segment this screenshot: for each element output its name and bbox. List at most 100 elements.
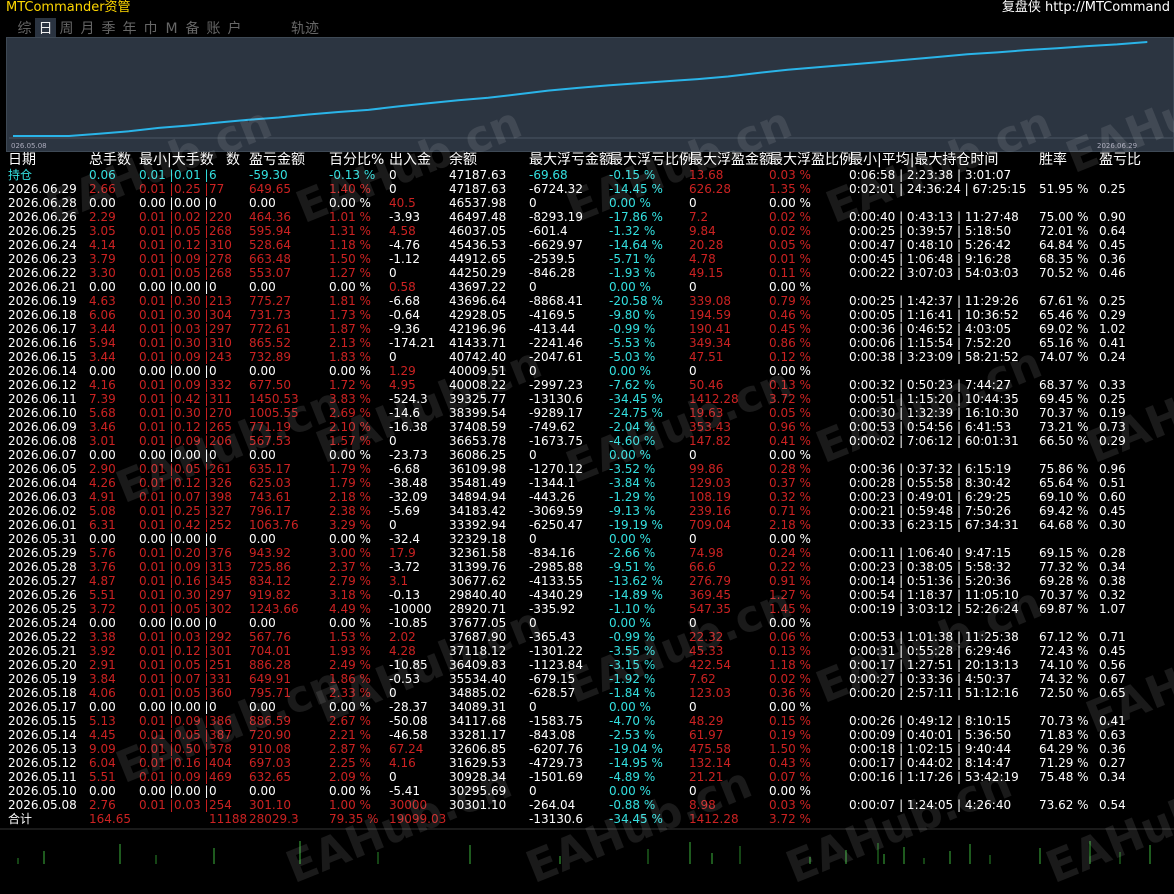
table-row[interactable]: 2026.05.29 5.76 0.01 | 0.20 | 376 943.92 3.00 … [0,546,1174,560]
table-row[interactable]: 2026.06.22 3.30 0.01 | 0.05 | 268 553.07 1.27 … [0,266,1174,280]
table-row[interactable]: 2026.05.19 3.84 0.01 | 0.07 | 331 649.91 1.86 … [0,672,1174,686]
table-row[interactable]: 2026.05.26 5.51 0.01 | 0.30 | 297 919.82 3.18 … [0,588,1174,602]
cell-max-float-loss: 0 [529,616,537,630]
cell-io: -32.4 [389,532,421,546]
cell-max-lot: 0.12 | [174,420,209,434]
cell-max-float-loss: -1583.75 [529,714,583,728]
table-row[interactable]: 2026.06.01 6.31 0.01 | 0.42 | 252 1063.76 3.29… [0,518,1174,532]
tab-3[interactable]: 月 [77,18,98,38]
table-row[interactable]: 2026.05.20 2.91 0.01 | 0.05 | 251 886.28 2.49 … [0,658,1174,672]
cell-min-lot: 0.01 | [139,168,174,182]
cell-hold-time: 0:00:21 | 0:59:48 | 7:50:26 [849,504,1012,518]
table-row[interactable]: 2026.06.19 4.63 0.01 | 0.30 | 213 775.27 1.81 … [0,294,1174,308]
table-row[interactable]: 2026.05.27 4.87 0.01 | 0.16 | 345 834.12 2.79 … [0,574,1174,588]
table-row[interactable]: 2026.06.05 2.90 0.01 | 0.05 | 261 635.17 1.79 … [0,462,1174,476]
table-row[interactable]: 2026.05.31 0.00 0.00 | 0.00 | 0 0.00 0.00 % -32… [0,532,1174,546]
cell-pl-ratio: 0.30 [1099,518,1126,532]
table-row[interactable]: 2026.06.23 3.79 0.01 | 0.09 | 278 663.48 1.50 … [0,252,1174,266]
cell-lots: 327 [209,504,232,518]
table-row[interactable]: 2026.06.24 4.14 0.01 | 0.12 | 310 528.64 1.18 … [0,238,1174,252]
cell-pct: 1.93 % [329,644,371,658]
cell-winrate: 67.61 % [1039,294,1089,308]
cell-balance: 39325.77 [449,392,507,406]
tab-10[interactable]: 户 [224,18,245,38]
table-row[interactable]: 2026.06.18 6.06 0.01 | 0.30 | 304 731.73 1.73 … [0,308,1174,322]
table-row[interactable]: 2026.05.24 0.00 0.00 | 0.00 | 0 0.00 0.00 % -10… [0,616,1174,630]
cell-io: 0 [389,686,397,700]
cell-max-float-profit-pct: 1.18 % [769,658,811,672]
cell-lots: 0 [209,700,217,714]
equity-point [667,80,669,82]
table-row[interactable]: 2026.06.25 3.05 0.01 | 0.05 | 268 595.94 1.31 … [0,224,1174,238]
table-row[interactable]: 2026.05.11 5.51 0.01 | 0.09 | 469 632.65 2.09 … [0,770,1174,784]
cell-date: 2026.06.02 [8,504,77,518]
table-row[interactable]: 2026.06.11 7.39 0.01 | 0.42 | 311 1450.53 3.83… [0,392,1174,406]
table-row[interactable]: 2026.06.15 3.44 0.01 | 0.09 | 243 732.89 1.83 … [0,350,1174,364]
tab-0[interactable]: 综 [14,18,35,38]
table-row[interactable]: 2026.05.22 3.38 0.01 | 0.03 | 292 567.76 1.53 … [0,630,1174,644]
tab-2[interactable]: 周 [56,18,77,38]
tab-8[interactable]: 备 [182,18,203,38]
table-row[interactable]: 2026.06.17 3.44 0.01 | 0.03 | 297 772.61 1.87 … [0,322,1174,336]
table-row[interactable]: 2026.06.08 3.01 0.01 | 0.09 | 206 567.53 1.57 … [0,434,1174,448]
table-row[interactable]: 2026.05.13 9.09 0.01 | 0.50 | 378 910.08 2.87 … [0,742,1174,756]
table-row[interactable]: 2026.06.21 0.00 0.00 | 0.00 | 0 0.00 0.00 % 0.5… [0,280,1174,294]
table-row[interactable]: 2026.06.03 4.91 0.01 | 0.07 | 398 743.61 2.18 … [0,490,1174,504]
table-row[interactable]: 2026.05.25 3.72 0.01 | 0.05 | 302 1243.66 4.49… [0,602,1174,616]
cell-balance: 30677.62 [449,574,507,588]
cell-lots: 304 [209,308,232,322]
table-row[interactable]: 2026.05.17 0.00 0.00 | 0.00 | 0 0.00 0.00 % -28… [0,700,1174,714]
table-row[interactable]: 2026.05.18 4.06 0.01 | 0.05 | 360 795.71 2.33 … [0,686,1174,700]
cell-balance: 37408.59 [449,420,507,434]
cell-min-lot: 0.00 | [139,784,174,798]
tab-7[interactable]: M [161,21,182,37]
cell-max-lot: 0.00 | [174,700,209,714]
header-max-float-loss: 最大浮亏金额 [529,152,613,168]
table-row[interactable]: 2026.06.10 5.68 0.01 | 0.30 | 270 1005.55 2.69… [0,406,1174,420]
tab-4[interactable]: 季 [98,18,119,38]
table-row[interactable]: 2026.05.14 4.45 0.01 | 0.05 | 387 720.90 2.21 … [0,728,1174,742]
cell-io: 67.24 [389,742,424,756]
cell-hold-time: 0:00:38 | 3:23:09 | 58:21:52 [849,350,1019,364]
cell-trades: 5.08 [89,504,116,518]
cell-hold-time: 0:00:28 | 0:55:58 | 8:30:42 [849,476,1012,490]
table-row[interactable]: 2026.06.28 0.00 0.00 | 0.00 | 0 0.00 0.00 % 40.… [0,196,1174,210]
table-row[interactable]: 2026.06.14 0.00 0.00 | 0.00 | 0 0.00 0.00 % 1.2… [0,364,1174,378]
table-row[interactable]: 2026.06.16 5.94 0.01 | 0.30 | 310 865.52 2.13 … [0,336,1174,350]
tab-1[interactable]: 日 [35,18,56,38]
table-row[interactable]: 2026.05.15 5.13 0.01 | 0.09 | 386 886.59 2.67 … [0,714,1174,728]
cell-max-float-loss: -2985.88 [529,560,583,574]
equity-point [966,53,968,55]
cell-lots: 0 [209,448,217,462]
tab-9[interactable]: 账 [203,18,224,38]
cell-max-float-loss: -1673.75 [529,434,583,448]
cell-io: 4.28 [389,644,416,658]
cell-hold-time: 0:00:25 | 1:42:37 | 11:29:26 [849,294,1019,308]
cell-min-lot: 0.01 | [139,266,174,280]
cell-balance: 35481.49 [449,476,507,490]
table-row[interactable]: 2026.06.04 4.26 0.01 | 0.12 | 326 625.03 1.79 … [0,476,1174,490]
open-position-row[interactable]: 持仓 0.06 0.01 | 0.01 | 6 -59.30 -0.13 % 0 47187.6… [0,168,1174,182]
cell-max-float-loss-pct: -14.64 % [609,238,663,252]
cell-date: 2026.06.01 [8,518,77,532]
table-row[interactable]: 2026.05.12 6.04 0.01 | 0.16 | 404 697.03 2.25 … [0,756,1174,770]
table-row[interactable]: 2026.06.26 2.29 0.01 | 0.02 | 220 464.36 1.01 … [0,210,1174,224]
cell-lots: 220 [209,210,232,224]
table-row[interactable]: 2026.05.21 3.92 0.01 | 0.12 | 301 704.01 1.93 … [0,644,1174,658]
cell-max-lot: 0.03 | [174,630,209,644]
tab-6[interactable]: 巾 [140,18,161,38]
cell-pct: 2.87 % [329,742,371,756]
table-row[interactable]: 2026.05.08 2.76 0.01 | 0.03 | 254 301.10 1.00 … [0,798,1174,812]
tab-5[interactable]: 年 [119,18,140,38]
tab-11[interactable]: 轨迹 [285,18,325,38]
table-row[interactable]: 2026.05.10 0.00 0.00 | 0.00 | 0 0.00 0.00 % -5.… [0,784,1174,798]
cell-balance: 42928.05 [449,308,507,322]
table-row[interactable]: 2026.06.02 5.08 0.01 | 0.25 | 327 796.17 2.38 … [0,504,1174,518]
table-row[interactable]: 2026.06.12 4.16 0.01 | 0.09 | 332 677.50 1.72 … [0,378,1174,392]
table-row[interactable]: 2026.06.07 0.00 0.00 | 0.00 | 0 0.00 0.00 % -23… [0,448,1174,462]
table-row[interactable]: 2026.05.28 3.76 0.01 | 0.09 | 313 725.86 2.37 … [0,560,1174,574]
table-row[interactable]: 2026.06.09 3.46 0.01 | 0.12 | 265 771.19 2.10 … [0,420,1174,434]
cell-date: 持仓 [8,168,33,182]
table-row[interactable]: 2026.06.29 2.66 0.01 | 0.25 | 77 649.65 1.40 %… [0,182,1174,196]
cell-pct: -0.13 % [329,168,376,182]
